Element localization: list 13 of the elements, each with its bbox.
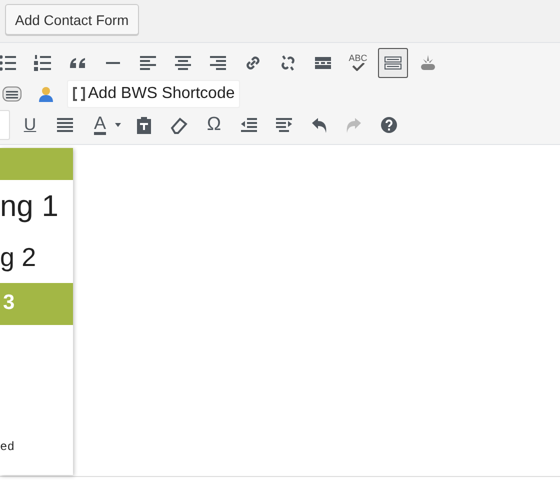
- checkmark-icon: [350, 63, 366, 71]
- keyboard-icon[interactable]: [378, 48, 408, 78]
- brackets-icon: [72, 86, 86, 102]
- editor-area[interactable]: ng 1 g 2 3 ed: [0, 146, 560, 477]
- format-menu-item[interactable]: ng 1: [0, 180, 73, 236]
- add-shortcode-button[interactable]: Add BWS Shortcode: [67, 80, 240, 108]
- format-menu-item[interactable]: g 2: [0, 236, 73, 283]
- underline-button[interactable]: U: [15, 110, 45, 140]
- add-contact-form-button[interactable]: Add Contact Form: [5, 4, 139, 35]
- spellcheck-button[interactable]: ABC: [343, 48, 373, 78]
- format-menu-item[interactable]: ed: [0, 436, 73, 454]
- text-color-button[interactable]: A: [85, 110, 115, 140]
- omega-button[interactable]: Ω: [199, 110, 229, 140]
